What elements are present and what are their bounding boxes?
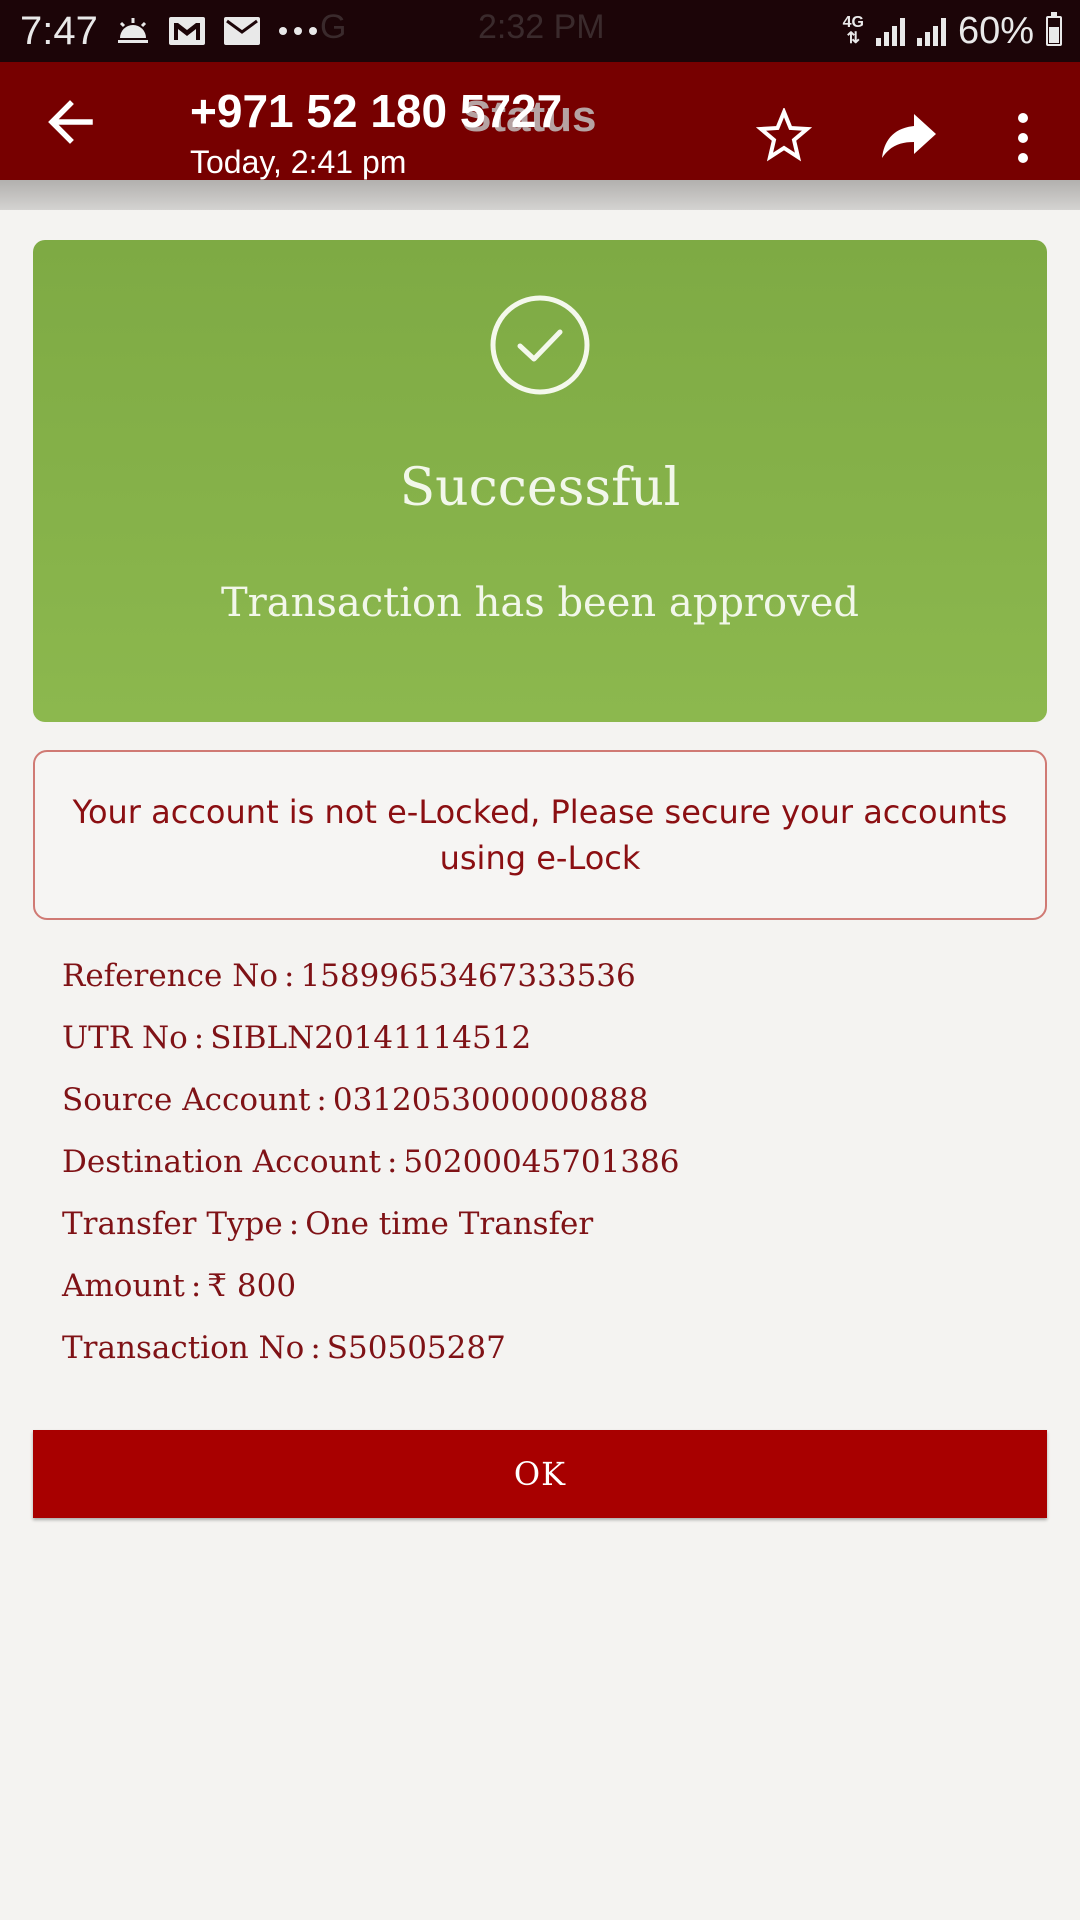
signal-icon [875, 16, 905, 46]
back-arrow-icon[interactable] [40, 90, 104, 154]
share-forward-icon[interactable] [880, 110, 940, 162]
check-circle-icon [490, 295, 590, 395]
status-bar: 7:47 G 2:32 PM 4G ⇅ 60% [0, 0, 1080, 62]
weather-icon [117, 18, 148, 43]
detail-destination-account: Destination Account:50200045701386 [62, 1144, 680, 1180]
transaction-details: Reference No:15899653467333536 UTR No: SI… [62, 958, 1022, 1392]
status-right: 4G ⇅ 60% [843, 8, 1062, 54]
detail-amount: Amount: ₹ 800 [62, 1268, 297, 1304]
app-bar: Status +971 52 180 5727 Today, 2:41 pm [0, 62, 1080, 180]
detail-transfer-type: Transfer Type: One time Transfer [62, 1206, 594, 1242]
mail-icon [223, 17, 260, 45]
more-options-icon[interactable] [1008, 110, 1038, 166]
detail-source-account: Source Account:0312053000000888 [62, 1082, 649, 1118]
ok-button[interactable]: OK [33, 1430, 1047, 1518]
network-indicator: 4G ⇅ [842, 14, 864, 47]
detail-reference-no: Reference No:15899653467333536 [62, 958, 636, 994]
status-time: 7:47 [20, 8, 98, 53]
header-shadow [0, 180, 1080, 210]
more-notifications-icon [278, 27, 317, 35]
ghost-status-text: G [320, 8, 347, 46]
gmail-icon [168, 17, 205, 45]
detail-utr-no: UTR No: SIBLN20141114512 [62, 1020, 532, 1056]
success-title: Successful [399, 458, 681, 518]
star-icon[interactable] [756, 108, 812, 164]
contact-number: +971 52 180 5727 [190, 85, 563, 137]
battery-percent: 60% [957, 9, 1034, 52]
signal-icon-2 [916, 16, 946, 46]
status-left: 7:47 [20, 8, 318, 54]
battery-icon [1046, 12, 1062, 46]
success-card: Successful Transaction has been approved [33, 240, 1047, 722]
ghost-status-time: 2:32 PM [478, 8, 605, 46]
success-message: Transaction has been approved [220, 580, 860, 626]
data-arrows-icon: ⇅ [846, 30, 860, 47]
message-timestamp: Today, 2:41 pm [190, 144, 407, 180]
elock-warning-text: Your account is not e-Locked, Please sec… [72, 793, 1008, 877]
detail-transaction-no: Transaction No: S50505287 [62, 1330, 506, 1366]
elock-warning: Your account is not e-Locked, Please sec… [33, 750, 1047, 920]
